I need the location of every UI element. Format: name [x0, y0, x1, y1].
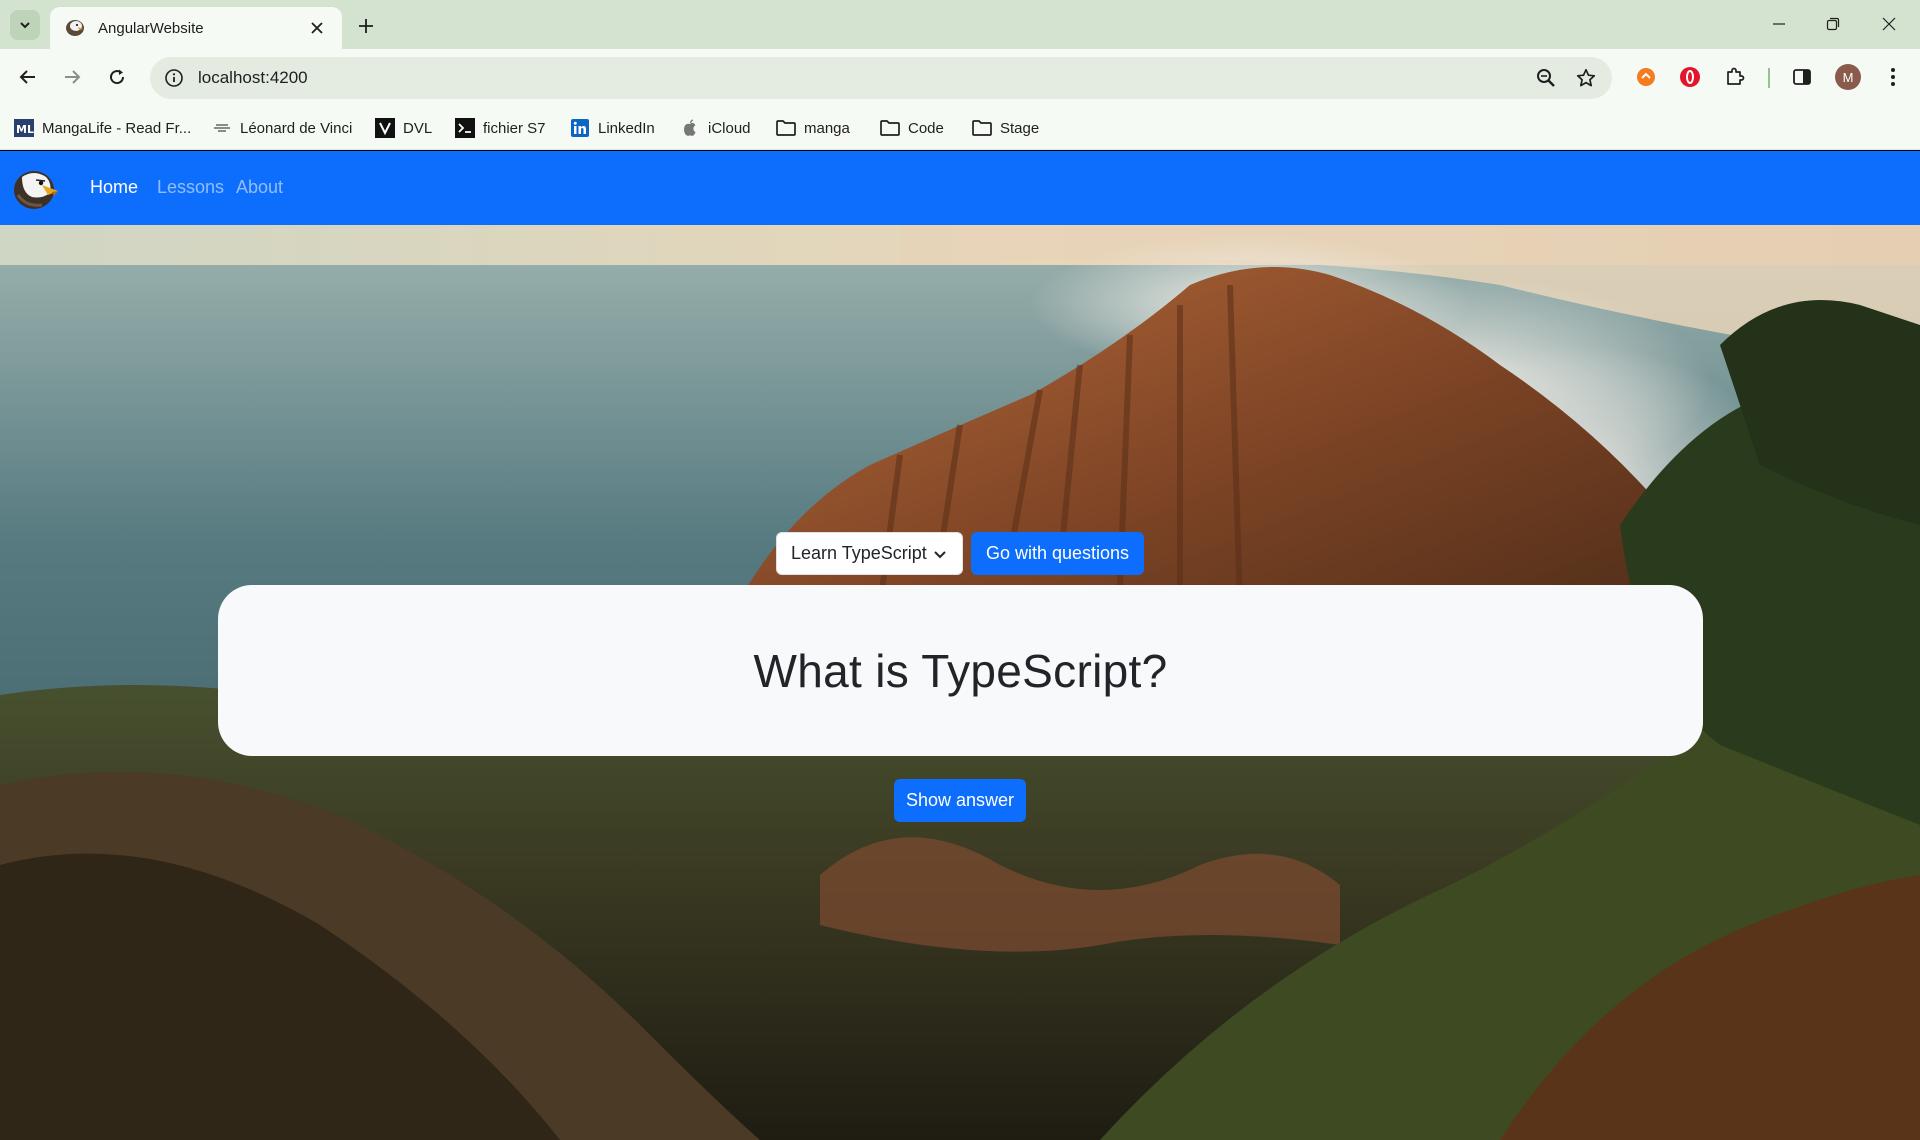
minimize-button[interactable]: [1752, 6, 1806, 42]
avatar: M: [1835, 64, 1861, 90]
eagle-icon: [66, 20, 84, 36]
bookmark-folder-code[interactable]: Code: [880, 115, 944, 141]
url-text[interactable]: localhost:4200: [198, 68, 1526, 88]
linkedin-icon: [570, 118, 590, 138]
kebab-menu-icon: [1891, 68, 1895, 86]
question-card: What is TypeScript?: [218, 585, 1703, 756]
show-answer-button[interactable]: Show answer: [894, 779, 1026, 822]
bookmark-mangalife[interactable]: ML MangaLife - Read Fr...: [14, 115, 191, 141]
nav-link-about[interactable]: About: [236, 177, 283, 198]
plus-icon: [359, 19, 373, 33]
bookmark-folder-stage[interactable]: Stage: [972, 115, 1039, 141]
arrow-right-icon: [65, 70, 81, 84]
minimize-icon: [1773, 23, 1785, 25]
address-bar[interactable]: localhost:4200: [150, 57, 1612, 99]
bookmarks-bar: ML MangaLife - Read Fr... Léonard de Vin…: [0, 105, 1920, 150]
close-icon: [1882, 17, 1896, 31]
browser-menu-button[interactable]: [1877, 61, 1909, 93]
opera-icon: [1680, 67, 1700, 87]
go-with-questions-button[interactable]: Go with questions: [971, 532, 1144, 575]
tab-search-button[interactable]: [10, 10, 40, 40]
extension-orange[interactable]: [1630, 61, 1662, 93]
bookmark-label: iCloud: [708, 119, 751, 137]
dvl-icon: [375, 118, 395, 138]
zoom-icon: [1537, 69, 1555, 87]
bookmark-fichier-s7[interactable]: fichier S7: [455, 115, 546, 141]
close-icon: [311, 22, 323, 34]
svg-text:ML: ML: [16, 123, 34, 136]
orange-extension-icon: [1637, 68, 1655, 86]
back-button[interactable]: [11, 60, 45, 94]
reload-icon: [110, 69, 125, 85]
reload-button[interactable]: [100, 60, 134, 94]
site-navbar: Home Lessons About: [0, 151, 1920, 225]
puzzle-icon: [1727, 67, 1745, 85]
restore-icon: [1826, 17, 1840, 31]
devinci-icon: [212, 118, 232, 138]
mangalife-icon: ML: [14, 118, 34, 138]
folder-icon: [776, 118, 796, 138]
terminal-icon: [455, 118, 475, 138]
bookmark-star-button[interactable]: [1566, 58, 1606, 98]
web-page: Home Lessons About Learn TypeScript Go w…: [0, 151, 1920, 1140]
toolbar-divider: [1768, 68, 1770, 88]
bookmark-folder-manga[interactable]: manga: [776, 115, 850, 141]
tab-strip: AngularWebsite: [0, 0, 1920, 49]
chevron-down-icon: [934, 551, 946, 559]
folder-icon: [972, 118, 992, 138]
extensions-button[interactable]: [1719, 61, 1751, 93]
new-tab-button[interactable]: [352, 12, 380, 40]
site-info-icon[interactable]: [164, 68, 184, 88]
extension-opera[interactable]: [1674, 61, 1706, 93]
bookmark-linkedin[interactable]: LinkedIn: [570, 115, 655, 141]
star-icon: [1576, 68, 1596, 87]
arrow-left-icon: [19, 70, 35, 84]
tab-title: AngularWebsite: [98, 19, 204, 37]
bookmark-label: Stage: [1000, 119, 1040, 137]
bookmark-label: manga: [804, 119, 850, 137]
browser-toolbar: localhost:4200 M: [0, 49, 1920, 105]
nav-link-home[interactable]: Home: [90, 177, 138, 198]
close-tab-button[interactable]: [306, 17, 328, 39]
zoom-button[interactable]: [1526, 58, 1566, 98]
side-panel-icon: [1793, 69, 1811, 85]
chevron-down-icon: [20, 22, 30, 29]
close-window-button[interactable]: [1862, 6, 1916, 42]
restore-button[interactable]: [1806, 6, 1860, 42]
eagle-logo[interactable]: [12, 165, 62, 211]
nav-link-lessons[interactable]: Lessons: [157, 177, 224, 198]
bookmark-label: LinkedIn: [598, 119, 655, 137]
bookmark-icloud[interactable]: iCloud: [680, 115, 751, 141]
bookmark-label: fichier S7: [483, 119, 546, 137]
bookmark-dvl[interactable]: DVL: [375, 115, 432, 141]
bookmark-label: Léonard de Vinci: [240, 119, 353, 137]
bookmark-label: Code: [908, 119, 944, 137]
lesson-select-label: Learn TypeScript: [791, 543, 927, 563]
apple-icon: [680, 118, 700, 138]
bookmark-label: DVL: [403, 119, 433, 137]
question-text: What is TypeScript?: [753, 644, 1168, 697]
folder-icon: [880, 118, 900, 138]
side-panel-button[interactable]: [1786, 61, 1818, 93]
lesson-select-dropdown[interactable]: Learn TypeScript: [776, 532, 963, 575]
bookmark-devinci[interactable]: Léonard de Vinci: [212, 115, 352, 141]
profile-button[interactable]: M: [1832, 61, 1864, 93]
forward-button[interactable]: [55, 60, 89, 94]
bookmark-label: MangaLife - Read Fr...: [42, 119, 192, 137]
browser-tab[interactable]: AngularWebsite: [50, 7, 342, 49]
